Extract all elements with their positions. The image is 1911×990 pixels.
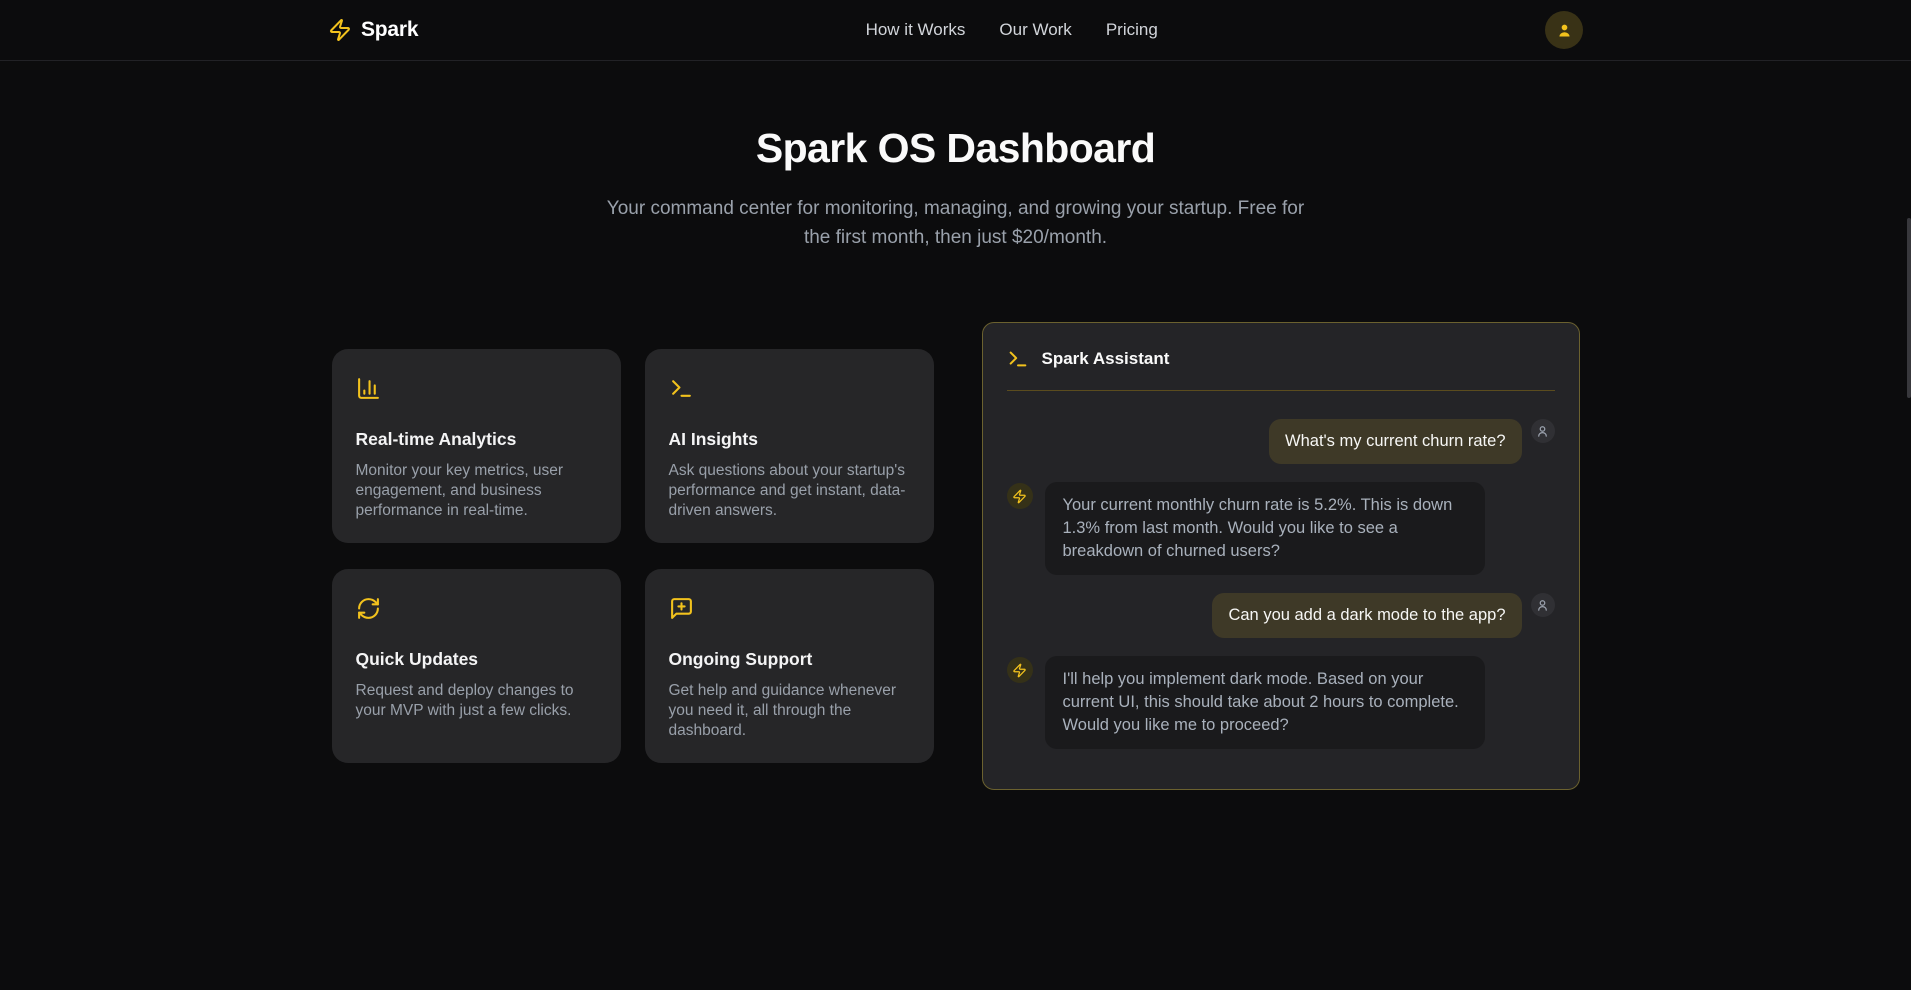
page-title: Spark OS Dashboard <box>0 125 1911 172</box>
user-message-bubble: Can you add a dark mode to the app? <box>1212 593 1521 638</box>
feature-title: Quick Updates <box>356 649 597 670</box>
chat-message-assistant: I'll help you implement dark mode. Based… <box>1007 656 1555 749</box>
zap-icon <box>328 18 352 42</box>
nav-link-our-work[interactable]: Our Work <box>999 20 1071 40</box>
brand[interactable]: Spark <box>328 18 418 42</box>
feature-cards-grid: Real-time Analytics Monitor your key met… <box>332 349 934 763</box>
navbar: Spark How it Works Our Work Pricing <box>0 0 1911 61</box>
chat-message-user: What's my current churn rate? <box>1007 419 1555 464</box>
main-content: Real-time Analytics Monitor your key met… <box>0 322 1911 790</box>
user-avatar-icon <box>1531 419 1555 443</box>
page-scrollbar[interactable] <box>1907 218 1911 398</box>
assistant-header: Spark Assistant <box>983 323 1579 390</box>
assistant-message-bubble: Your current monthly churn rate is 5.2%.… <box>1045 482 1485 575</box>
feature-card-ai-insights: AI Insights Ask questions about your sta… <box>645 349 934 543</box>
feature-title: Real-time Analytics <box>356 429 597 450</box>
feature-card-quick-updates: Quick Updates Request and deploy changes… <box>332 569 621 763</box>
assistant-message-bubble: I'll help you implement dark mode. Based… <box>1045 656 1485 749</box>
assistant-zap-icon <box>1007 657 1033 683</box>
feature-card-ongoing-support: Ongoing Support Get help and guidance wh… <box>645 569 934 763</box>
message-square-plus-icon <box>669 596 910 626</box>
chart-column-icon <box>356 376 597 406</box>
user-icon <box>1555 21 1574 40</box>
feature-title: Ongoing Support <box>669 649 910 670</box>
nav-links: How it Works Our Work Pricing <box>478 20 1545 40</box>
assistant-zap-icon <box>1007 483 1033 509</box>
refresh-icon <box>356 596 597 626</box>
user-avatar-button[interactable] <box>1545 11 1583 49</box>
terminal-icon <box>1007 348 1029 370</box>
feature-card-realtime-analytics: Real-time Analytics Monitor your key met… <box>332 349 621 543</box>
navbar-container: Spark How it Works Our Work Pricing <box>328 11 1583 49</box>
terminal-icon <box>669 376 910 406</box>
feature-description: Ask questions about your startup's perfo… <box>669 461 910 521</box>
hero-section: Spark OS Dashboard Your command center f… <box>0 125 1911 252</box>
nav-link-how-it-works[interactable]: How it Works <box>866 20 966 40</box>
assistant-title: Spark Assistant <box>1042 349 1170 369</box>
chat-message-assistant: Your current monthly churn rate is 5.2%.… <box>1007 482 1555 575</box>
chat-message-user: Can you add a dark mode to the app? <box>1007 593 1555 638</box>
user-message-bubble: What's my current churn rate? <box>1269 419 1521 464</box>
feature-title: AI Insights <box>669 429 910 450</box>
hero-subtitle: Your command center for monitoring, mana… <box>606 194 1306 252</box>
user-avatar-icon <box>1531 593 1555 617</box>
nav-link-pricing[interactable]: Pricing <box>1106 20 1158 40</box>
feature-description: Request and deploy changes to your MVP w… <box>356 681 597 721</box>
assistant-messages: What's my current churn rate? Your curre… <box>983 391 1579 789</box>
feature-description: Get help and guidance whenever you need … <box>669 681 910 741</box>
spark-assistant-panel: Spark Assistant What's my current churn … <box>982 322 1580 790</box>
brand-name: Spark <box>361 18 418 42</box>
feature-description: Monitor your key metrics, user engagemen… <box>356 461 597 521</box>
